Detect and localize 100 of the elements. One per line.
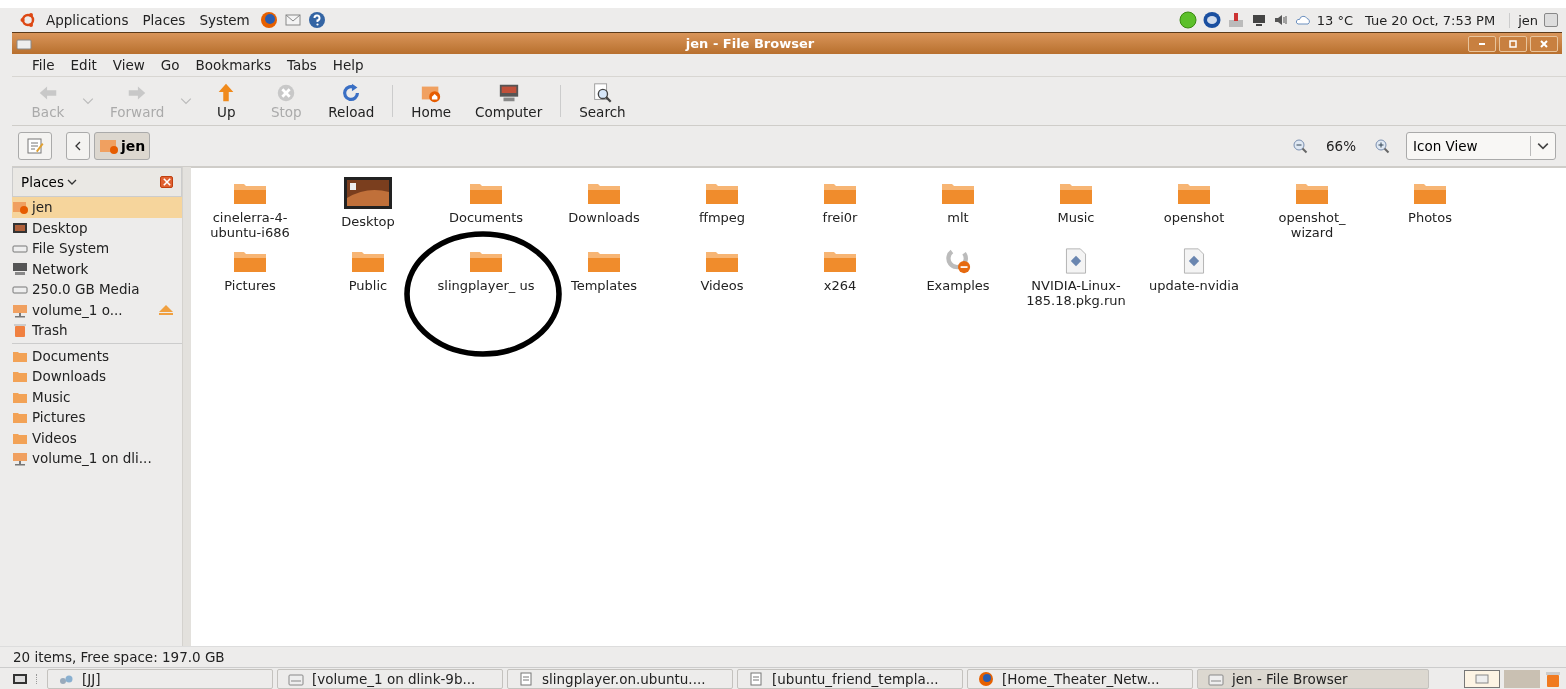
- close-button[interactable]: [1530, 35, 1558, 52]
- taskbar-button[interactable]: slingplayer.on.ubuntu....: [507, 668, 733, 689]
- speaker-icon[interactable]: [1272, 12, 1289, 28]
- file-name[interactable]: openshot_ wizard: [1260, 210, 1364, 240]
- workspace-switcher[interactable]: [1464, 669, 1500, 688]
- file-name[interactable]: Videos: [700, 278, 744, 293]
- help-icon[interactable]: [307, 11, 326, 29]
- places-dropdown[interactable]: Places: [21, 174, 77, 190]
- sidebar-item[interactable]: Pictures: [12, 407, 182, 428]
- sidebar-item[interactable]: Downloads: [12, 366, 182, 387]
- maximize-button[interactable]: [1499, 35, 1527, 52]
- file-name[interactable]: Downloads: [568, 210, 640, 225]
- status-dot-icon[interactable]: [1178, 11, 1197, 29]
- share-icon: [12, 450, 28, 467]
- menu-item[interactable]: View: [112, 57, 145, 73]
- zoom-level: 66%: [1326, 138, 1356, 154]
- menu-item[interactable]: Tabs: [286, 57, 317, 73]
- menu-item[interactable]: Bookmarks: [195, 57, 271, 73]
- zoom-out-icon[interactable]: [1292, 138, 1308, 154]
- file-name[interactable]: update-nvidia: [1149, 278, 1239, 293]
- download-tray-icon[interactable]: [1226, 11, 1245, 29]
- file-name[interactable]: Photos: [1408, 210, 1452, 225]
- ubuntu-logo-icon[interactable]: [20, 12, 36, 28]
- trash-icon: [12, 322, 28, 339]
- close-icon: [162, 178, 171, 186]
- file-name[interactable]: mlt: [947, 210, 969, 225]
- file-name[interactable]: ffmpeg: [698, 210, 746, 225]
- network-icon: [12, 260, 28, 277]
- panel-menu[interactable]: Places: [142, 12, 186, 28]
- sidebar-item[interactable]: File System: [12, 238, 182, 259]
- taskbar-button[interactable]: [volume_1 on dlink-9b...: [277, 668, 503, 689]
- monitor-icon[interactable]: [1250, 12, 1267, 28]
- browser-globe-icon[interactable]: [259, 11, 278, 29]
- taskbar-button[interactable]: [Home_Theater_Netw...: [967, 668, 1193, 689]
- browser-icon: [978, 670, 994, 687]
- file-name[interactable]: cinelerra-4-ubuntu-i686: [198, 210, 302, 240]
- file-name[interactable]: Examples: [926, 278, 990, 293]
- view-dropdown[interactable]: Icon View: [1406, 132, 1556, 160]
- close-icon: [1539, 38, 1549, 49]
- chevron-left-icon: [74, 141, 82, 151]
- sidebar-item[interactable]: 250.0 GB Media: [12, 279, 182, 300]
- menu-item[interactable]: Help: [332, 57, 364, 73]
- path-back-button[interactable]: [66, 132, 90, 160]
- toolbar-button[interactable]: Reload: [316, 80, 387, 122]
- eject-icon[interactable]: [158, 303, 174, 316]
- menu-item[interactable]: File: [32, 57, 55, 73]
- status-text: 20 items, Free space: 197.0 GB: [13, 649, 225, 665]
- minimize-button[interactable]: [1468, 35, 1496, 52]
- file-name[interactable]: Public: [348, 278, 388, 293]
- toolbar-button[interactable]: Home: [399, 80, 464, 122]
- printer-badge-icon[interactable]: [1202, 11, 1221, 29]
- path-button[interactable]: jen: [94, 132, 151, 160]
- home-icon: [12, 199, 28, 216]
- home-folder-icon: [99, 138, 119, 154]
- file-name[interactable]: frei0r: [822, 210, 858, 225]
- file-name[interactable]: x264: [823, 278, 857, 293]
- panel-menu[interactable]: Applications: [46, 12, 129, 28]
- toolbar-button[interactable]: Up: [196, 80, 257, 122]
- clock[interactable]: Tue 20 Oct, 7:53 PM: [1365, 12, 1496, 28]
- panel-menu[interactable]: System: [199, 12, 250, 28]
- location-toggle-button[interactable]: [18, 132, 52, 160]
- computer-icon: [497, 82, 520, 104]
- file-name[interactable]: Documents: [448, 210, 524, 225]
- trash-icon[interactable]: [1544, 669, 1562, 688]
- sidebar-item[interactable]: Videos: [12, 427, 182, 448]
- file-name[interactable]: openshot: [1163, 210, 1225, 225]
- toolbar-button[interactable]: Search: [567, 80, 638, 122]
- file-name[interactable]: Music: [1057, 210, 1095, 225]
- envelope-icon[interactable]: [283, 11, 302, 29]
- taskbar-button[interactable]: jen - File Browser: [1197, 668, 1429, 689]
- toolbar-button[interactable]: Computer: [463, 80, 555, 122]
- file-name[interactable]: Desktop: [341, 214, 395, 229]
- chevron-down-icon: [1537, 142, 1549, 150]
- file-name[interactable]: Pictures: [224, 278, 276, 293]
- sidebar-item[interactable]: Desktop: [12, 217, 182, 238]
- workspace-tile[interactable]: [1504, 669, 1540, 688]
- temperature[interactable]: 13 °C: [1316, 12, 1353, 28]
- sidebar-item[interactable]: jen: [12, 197, 182, 218]
- taskbar-button[interactable]: [ubuntu_friend_templa...: [737, 668, 963, 689]
- power-icon[interactable]: [1544, 13, 1558, 27]
- file-name[interactable]: Templates: [570, 278, 638, 293]
- zoom-in-icon[interactable]: [1374, 138, 1390, 154]
- sidebar-item[interactable]: Documents: [12, 345, 182, 366]
- sidebar-item[interactable]: volume_1 o...: [12, 299, 182, 320]
- file-name[interactable]: NVIDIA-Linux-185.18.pkg.run: [1024, 278, 1128, 308]
- close-sidebar-button[interactable]: [160, 176, 173, 188]
- sidebar-item[interactable]: Music: [12, 386, 182, 407]
- file-name[interactable]: slingplayer_ us: [437, 278, 535, 293]
- minimize-icon: [1478, 42, 1486, 45]
- taskbar-button[interactable]: [JJ]: [47, 668, 273, 689]
- menu-item[interactable]: Go: [160, 57, 180, 73]
- window-icon: [1474, 672, 1490, 685]
- maximize-icon: [1508, 38, 1518, 49]
- sidebar-item[interactable]: Trash: [12, 320, 182, 341]
- sidebar-item[interactable]: Network: [12, 258, 182, 279]
- desktop-picture-icon[interactable]: [343, 176, 393, 210]
- user-name[interactable]: jen: [1509, 12, 1538, 28]
- menu-item[interactable]: Edit: [70, 57, 97, 73]
- doc-icon: [518, 670, 534, 687]
- sidebar-item[interactable]: volume_1 on dli...: [12, 448, 182, 469]
